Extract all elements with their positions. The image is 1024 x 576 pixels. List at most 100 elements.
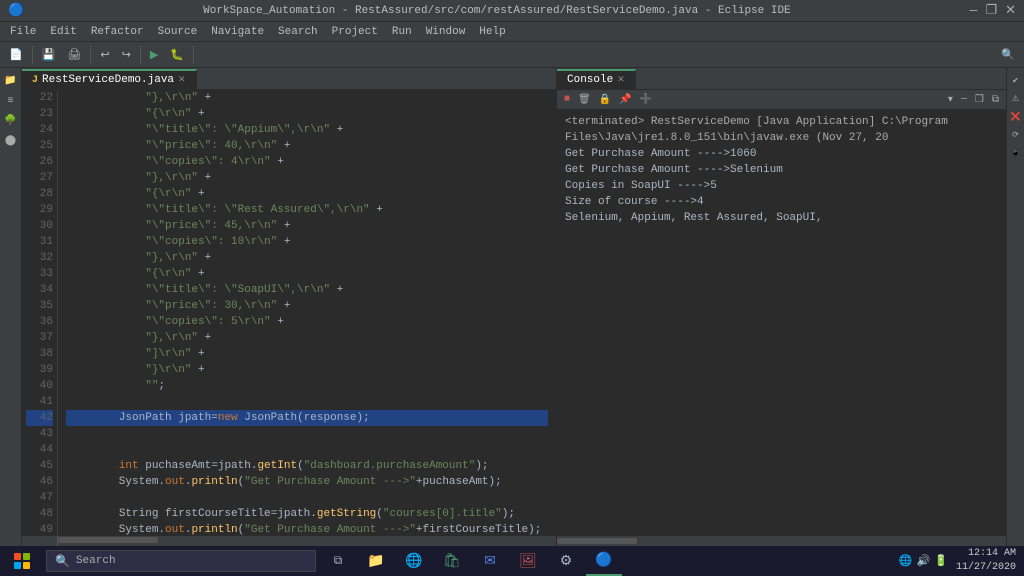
taskbar-date-value: 11/27/2020 — [956, 561, 1016, 575]
console-line-3: Copies in SoapUI ---->5 — [565, 178, 998, 194]
print-button[interactable]: 🖨 — [62, 46, 86, 64]
save-button[interactable]: 💾 — [37, 46, 61, 64]
eclipse-icon: 🔵 — [8, 3, 24, 18]
menu-file[interactable]: File — [4, 25, 42, 39]
task-view-button[interactable]: ⧉ — [320, 546, 356, 576]
console-close-button[interactable]: ✕ — [617, 75, 625, 85]
package-explorer-icon[interactable]: 📁 — [2, 72, 20, 90]
breakpoints-icon[interactable]: ⬤ — [2, 132, 20, 150]
left-panel: 📁 ≡ 🌳 ⬤ — [0, 68, 22, 546]
window-title: WorkSpace_Automation - RestAssured/src/c… — [24, 5, 969, 17]
system-tray-icons: 🌐 🔊 🔋 — [899, 554, 948, 568]
toolbar: 📄 💾 🖨 ↩ ↪ ▶ 🐛 🔍 — [0, 42, 1024, 68]
menu-run[interactable]: Run — [386, 25, 418, 39]
console-toolbar-right: ▾ — ❐ ⧉ — [945, 93, 1002, 107]
toolbar-separator-2 — [90, 46, 91, 64]
taskbar-icons: ⧉ 📁 🌐 🛍 ✉ 🖼 ⚙ 🔵 — [320, 546, 622, 576]
search-icon[interactable]: 🔍 — [996, 46, 1020, 64]
edge-browser-icon[interactable]: 🌐 — [396, 546, 432, 576]
console-tab-label: Console — [567, 74, 613, 86]
console-clear-button[interactable]: 🗑 — [575, 93, 594, 107]
hierarchy-icon[interactable]: 🌳 — [2, 112, 20, 130]
toolbar-separator-3 — [140, 46, 141, 64]
mail-icon[interactable]: ✉ — [472, 546, 508, 576]
taskbar-clock[interactable]: 12:14 AM 11/27/2020 — [956, 547, 1016, 575]
maximize-button[interactable]: ❐ — [985, 3, 997, 18]
console-pin-button[interactable]: 📌 — [616, 93, 634, 107]
console-content[interactable]: <terminated> RestServiceDemo [Java Appli… — [557, 110, 1006, 536]
main-area: 📁 ≡ 🌳 ⬤ J RestServiceDemo.java ✕ 2223242… — [0, 68, 1024, 546]
start-button[interactable] — [0, 546, 44, 576]
undo-button[interactable]: ↩ — [95, 46, 114, 64]
search-placeholder: Search — [76, 555, 116, 567]
menu-source[interactable]: Source — [152, 25, 204, 39]
eclipse-taskbar-icon[interactable]: 🔵 — [586, 546, 622, 576]
console-header: <terminated> RestServiceDemo [Java Appli… — [565, 114, 998, 146]
editor-hscroll[interactable] — [22, 536, 556, 546]
file-explorer-icon[interactable]: 📁 — [358, 546, 394, 576]
minimize-button[interactable]: — — [970, 3, 978, 18]
menu-window[interactable]: Window — [420, 25, 472, 39]
console-line-1: Get Purchase Amount ---->1060 — [565, 146, 998, 162]
redo-button[interactable]: ↪ — [117, 46, 136, 64]
run-button[interactable]: ▶ — [145, 46, 163, 64]
console-line-2: Get Purchase Amount ---->Selenium — [565, 162, 998, 178]
java-file-icon: J — [32, 75, 38, 86]
menu-refactor[interactable]: Refactor — [85, 25, 150, 39]
tasks-icon[interactable]: ✔ — [1007, 72, 1024, 90]
outline-icon[interactable]: ≡ — [2, 92, 20, 110]
menu-search[interactable]: Search — [272, 25, 324, 39]
settings-icon[interactable]: ⚙ — [548, 546, 584, 576]
editor-tab-label: RestServiceDemo.java — [42, 74, 174, 86]
menu-project[interactable]: Project — [326, 25, 384, 39]
console-minimize-button[interactable]: — — [958, 93, 970, 106]
console-view-menu-button[interactable]: ▾ — [945, 93, 956, 107]
photos-icon[interactable]: 🖼 — [510, 546, 546, 576]
console-toolbar-left: ■ 🗑 🔒 📌 ➕ — [561, 93, 655, 107]
console-tab[interactable]: Console ✕ — [557, 69, 636, 89]
toolbar-separator-1 — [32, 46, 33, 64]
console-line-5: Selenium, Appium, Rest Assured, SoapUI, — [565, 210, 998, 226]
console-stop-button[interactable]: ■ — [561, 93, 573, 106]
new-button[interactable]: 📄 — [4, 46, 28, 64]
console-maximize-button[interactable]: ❐ — [972, 93, 987, 107]
code-content[interactable]: "},\r\n" + "{\r\n" + "\"title\": \"Appiu… — [58, 90, 556, 536]
console-hscroll[interactable] — [557, 536, 1006, 546]
menu-navigate[interactable]: Navigate — [205, 25, 270, 39]
menu-edit[interactable]: Edit — [44, 25, 82, 39]
editor-tab-restservicedemo[interactable]: J RestServiceDemo.java ✕ — [22, 69, 197, 89]
problems-icon[interactable]: ❌ — [1007, 108, 1024, 126]
network-icon[interactable]: 🌐 — [899, 554, 913, 568]
store-icon[interactable]: 🛍 — [434, 546, 470, 576]
taskbar-search-box[interactable]: 🔍 Search — [46, 550, 316, 572]
editor-tabs: J RestServiceDemo.java ✕ — [22, 68, 556, 90]
taskbar-right: 🌐 🔊 🔋 12:14 AM 11/27/2020 — [899, 547, 1024, 575]
menu-bar: File Edit Refactor Source Navigate Searc… — [0, 22, 1024, 42]
console-panel: Console ✕ ■ 🗑 🔒 📌 ➕ ▾ — ❐ ⧉ <terminated>… — [556, 68, 1006, 546]
console-toolbar: ■ 🗑 🔒 📌 ➕ ▾ — ❐ ⧉ — [557, 90, 1006, 110]
debug-button[interactable]: 🐛 — [165, 46, 189, 64]
taskbar: 🔍 Search ⧉ 📁 🌐 🛍 ✉ 🖼 ⚙ 🔵 🌐 🔊 🔋 12:14 AM … — [0, 546, 1024, 576]
console-line-4: Size of course ---->4 — [565, 194, 998, 210]
console-scroll-lock-button[interactable]: 🔒 — [596, 93, 614, 107]
console-restore-button[interactable]: ⧉ — [989, 93, 1002, 107]
code-area[interactable]: 2223242526 2728293031 3233343536 3738394… — [22, 90, 556, 536]
search-icon: 🔍 — [55, 554, 70, 569]
toolbar-separator-4 — [193, 46, 194, 64]
markers-icon[interactable]: ⚠ — [1007, 90, 1024, 108]
windows-logo — [14, 553, 30, 569]
title-bar: 🔵 WorkSpace_Automation - RestAssured/src… — [0, 0, 1024, 22]
volume-icon[interactable]: 🔊 — [917, 554, 931, 568]
close-button[interactable]: ✕ — [1005, 3, 1016, 18]
menu-help[interactable]: Help — [473, 25, 511, 39]
taskbar-time-value: 12:14 AM — [956, 547, 1016, 561]
tab-close-button[interactable]: ✕ — [178, 75, 186, 85]
line-numbers: 2223242526 2728293031 3233343536 3738394… — [22, 90, 58, 536]
console-tabs: Console ✕ — [557, 68, 1006, 90]
device-icon[interactable]: 📱 — [1007, 144, 1024, 162]
editor-area: J RestServiceDemo.java ✕ 2223242526 2728… — [22, 68, 556, 546]
window-controls: — ❐ ✕ — [970, 3, 1016, 18]
battery-icon[interactable]: 🔋 — [934, 554, 948, 568]
progress-icon[interactable]: ⟳ — [1007, 126, 1024, 144]
console-new-button[interactable]: ➕ — [637, 93, 655, 107]
